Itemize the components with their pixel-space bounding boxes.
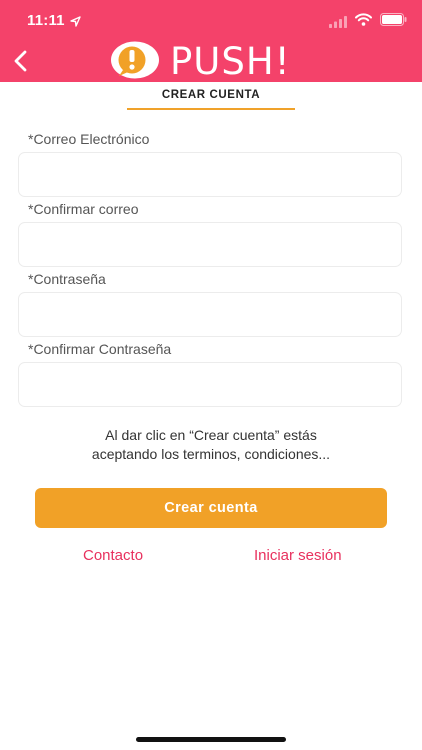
wifi-icon [355, 13, 372, 31]
password-label: *Contraseña [28, 271, 106, 287]
confirm-email-label: *Confirmar correo [28, 201, 139, 217]
confirm-password-label: *Confirmar Contraseña [28, 341, 172, 357]
tab-label: CREAR CUENTA [161, 89, 261, 101]
status-bar: 11:11 [0, 0, 422, 44]
push-logo: PUSH! [110, 40, 320, 83]
confirm-password-field[interactable] [18, 362, 402, 407]
email-field[interactable] [18, 152, 402, 197]
login-link[interactable]: Iniciar sesión [254, 547, 342, 564]
status-time: 11:11 [27, 12, 65, 29]
app-header: 11:11 PUSH! [0, 0, 422, 83]
terms-line-1: Al dar clic en “Crear cuenta” estás [105, 427, 317, 443]
tab-underline [127, 108, 295, 110]
cellular-signal-icon [329, 15, 347, 33]
exclamation-bubble-icon [111, 41, 159, 79]
confirm-email-field[interactable] [18, 222, 402, 267]
contact-link[interactable]: Contacto [83, 547, 143, 564]
back-button[interactable] [6, 46, 34, 76]
create-account-button[interactable]: Crear cuenta [35, 488, 387, 528]
terms-notice: Al dar clic en “Crear cuenta” estás acep… [20, 426, 402, 464]
home-indicator[interactable] [136, 737, 286, 742]
location-arrow-icon [70, 14, 81, 32]
battery-icon [380, 13, 407, 31]
tab-crear-cuenta[interactable]: CREAR CUENTA [127, 86, 295, 110]
email-label: *Correo Electrónico [28, 131, 150, 147]
password-field[interactable] [18, 292, 402, 337]
terms-line-2: aceptando los terminos, condiciones... [91, 446, 331, 462]
logo-wordmark: PUSH! [170, 40, 291, 83]
chevron-left-icon [14, 50, 27, 72]
